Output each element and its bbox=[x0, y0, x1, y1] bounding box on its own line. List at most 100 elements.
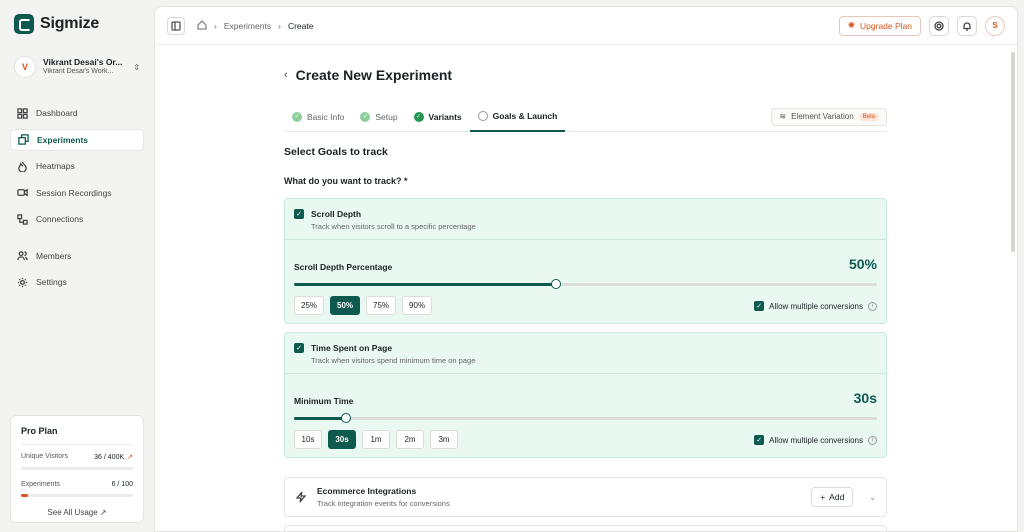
add-integration-button[interactable]: + Add bbox=[811, 487, 854, 507]
scrollbar[interactable] bbox=[1011, 52, 1015, 252]
integrations-title: Ecommerce Integrations bbox=[317, 486, 417, 496]
sidebar-item-heatmaps[interactable]: Heatmaps bbox=[10, 155, 144, 177]
toggle-sidebar-button[interactable] bbox=[167, 16, 185, 35]
allow-multiple-conversions[interactable]: ✓ Allow multiple conversions i bbox=[754, 301, 877, 311]
chevron-down-icon[interactable]: ⌄ bbox=[869, 493, 876, 502]
track-question-label: What do you want to track? * bbox=[284, 176, 408, 186]
sidebar-item-label: Dashboard bbox=[36, 108, 78, 118]
sidebar-item-settings[interactable]: Settings bbox=[10, 271, 144, 293]
flame-icon bbox=[16, 160, 28, 172]
experiments-label: Experiments bbox=[21, 481, 60, 488]
info-icon[interactable]: i bbox=[868, 435, 877, 445]
lightning-icon bbox=[295, 491, 307, 503]
next-section-card bbox=[284, 525, 887, 531]
tab-setup[interactable]: ✓ Setup bbox=[352, 102, 405, 132]
org-switcher[interactable]: V Vikrant Desai's Or... Vikrant Desai's … bbox=[8, 50, 146, 84]
element-variation-button[interactable]: ≋ Element Variation Beta bbox=[771, 107, 887, 126]
step-tabs: ✓ Basic Info ✓ Setup ✓ Variants Goals & … bbox=[284, 102, 887, 132]
slider-handle[interactable] bbox=[341, 413, 352, 423]
bell-icon bbox=[963, 21, 971, 31]
visitors-value: 36 / 400K bbox=[94, 454, 125, 461]
allow-multiple-checkbox[interactable]: ✓ bbox=[754, 435, 765, 445]
element-variation-label: Element Variation bbox=[791, 112, 854, 121]
page-title: Create New Experiment bbox=[295, 67, 453, 83]
goal-title: Time Spent on Page bbox=[311, 343, 393, 353]
tab-goals-launch[interactable]: Goals & Launch bbox=[469, 102, 566, 132]
info-icon[interactable]: i bbox=[868, 301, 877, 311]
back-arrow-icon[interactable]: ‹ bbox=[284, 69, 288, 81]
preset-button[interactable]: 25% bbox=[294, 296, 325, 315]
visitors-usage-bar bbox=[21, 467, 133, 470]
preset-button[interactable]: 90% bbox=[402, 296, 433, 315]
time-on-page-checkbox[interactable]: ✓ bbox=[294, 343, 304, 353]
preset-button[interactable]: 75% bbox=[366, 296, 397, 315]
app-name: Sigmize bbox=[40, 15, 100, 32]
sidebar-item-experiments[interactable]: Experiments bbox=[10, 128, 144, 151]
goal-title: Scroll Depth bbox=[311, 209, 362, 219]
video-icon bbox=[16, 187, 28, 199]
check-circle-icon: ✓ bbox=[413, 111, 424, 122]
scroll-depth-checkbox[interactable]: ✓ bbox=[294, 209, 304, 219]
sidebar-nav: Dashboard Experiments Heatmaps Session R… bbox=[10, 102, 144, 298]
gear-icon bbox=[16, 276, 28, 288]
experiments-usage-fill bbox=[21, 494, 28, 497]
allow-multiple-checkbox[interactable]: ✓ bbox=[754, 301, 765, 311]
allow-multiple-label: Allow multiple conversions bbox=[769, 435, 863, 445]
tab-label: Basic Info bbox=[307, 111, 345, 122]
ecommerce-integrations-row[interactable]: Ecommerce Integrations Track integration… bbox=[284, 477, 887, 517]
beta-badge: Beta bbox=[858, 112, 879, 121]
sidebar-item-label: Members bbox=[36, 250, 72, 261]
see-all-usage-link[interactable]: See All Usage ↗ bbox=[21, 508, 133, 517]
help-button[interactable] bbox=[929, 15, 949, 36]
sidebar-item-label: Heatmaps bbox=[36, 161, 75, 171]
minimum-time-slider[interactable] bbox=[294, 413, 877, 423]
preset-button[interactable]: 50% bbox=[330, 296, 361, 315]
metric-label: Scroll Depth Percentage bbox=[294, 262, 393, 272]
notifications-button[interactable] bbox=[957, 15, 977, 36]
scroll-depth-slider[interactable] bbox=[294, 279, 877, 289]
sigmize-logo-icon bbox=[14, 14, 34, 34]
preset-button[interactable]: 1m bbox=[362, 430, 390, 449]
breadcrumb-experiments[interactable]: Experiments bbox=[224, 21, 271, 31]
preset-button[interactable]: 3m bbox=[430, 430, 458, 449]
breadcrumb: › Experiments › Create bbox=[197, 19, 314, 32]
integrations-description: Track integration events for conversions bbox=[317, 499, 450, 508]
visitors-label: Unique Visitors bbox=[21, 453, 68, 460]
sidebar-item-dashboard[interactable]: Dashboard bbox=[10, 102, 144, 124]
upgrade-label: Upgrade Plan bbox=[860, 20, 912, 31]
tab-variants[interactable]: ✓ Variants bbox=[406, 102, 470, 132]
chevron-up-down-icon: ⇕ bbox=[133, 62, 140, 72]
minimum-time-presets: 10s 30s 1m 2m 3m bbox=[294, 430, 458, 449]
allow-multiple-conversions[interactable]: ✓ Allow multiple conversions i bbox=[754, 435, 877, 445]
sidebar: Sigmize V Vikrant Desai's Or... Vikrant … bbox=[0, 0, 154, 532]
goal-description: Track when visitors scroll to a specific… bbox=[311, 222, 476, 231]
tab-basic-info[interactable]: ✓ Basic Info bbox=[284, 102, 352, 132]
preset-button[interactable]: 30s bbox=[328, 430, 356, 449]
sidebar-item-session-recordings[interactable]: Session Recordings bbox=[10, 182, 144, 204]
metric-value: 30s bbox=[853, 390, 877, 406]
time-on-page-card: ✓ Time Spent on Page Track when visitors… bbox=[284, 332, 887, 458]
connections-icon bbox=[16, 213, 28, 225]
check-circle-icon: ✓ bbox=[360, 111, 371, 122]
logo[interactable]: Sigmize bbox=[14, 14, 99, 34]
experiments-icon bbox=[17, 134, 29, 146]
sparkle-icon: ✺ bbox=[847, 20, 856, 30]
plan-usage-card: Pro Plan Unique Visitors 36 / 400K ↗ Expe… bbox=[10, 415, 144, 523]
experiments-value: 6 / 100 bbox=[111, 481, 133, 488]
scroll-depth-card: ✓ Scroll Depth Track when visitors scrol… bbox=[284, 198, 887, 324]
org-workspace: Vikrant Desai's Work... bbox=[43, 67, 114, 75]
tab-label: Goals & Launch bbox=[492, 110, 558, 121]
plan-title: Pro Plan bbox=[21, 426, 133, 445]
sidebar-item-members[interactable]: Members bbox=[10, 245, 144, 267]
slider-handle[interactable] bbox=[551, 279, 562, 289]
home-icon[interactable] bbox=[197, 19, 207, 32]
preset-button[interactable]: 10s bbox=[294, 430, 322, 449]
lifebuoy-icon bbox=[934, 20, 944, 31]
breadcrumb-create: Create bbox=[287, 20, 314, 31]
user-avatar[interactable]: S bbox=[985, 15, 1005, 36]
upgrade-plan-button[interactable]: ✺ Upgrade Plan bbox=[838, 15, 921, 36]
sidebar-item-connections[interactable]: Connections bbox=[10, 208, 144, 230]
check-circle-icon: ✓ bbox=[292, 111, 302, 122]
preset-button[interactable]: 2m bbox=[396, 430, 424, 449]
org-name: Vikrant Desai's Or... bbox=[43, 57, 123, 68]
